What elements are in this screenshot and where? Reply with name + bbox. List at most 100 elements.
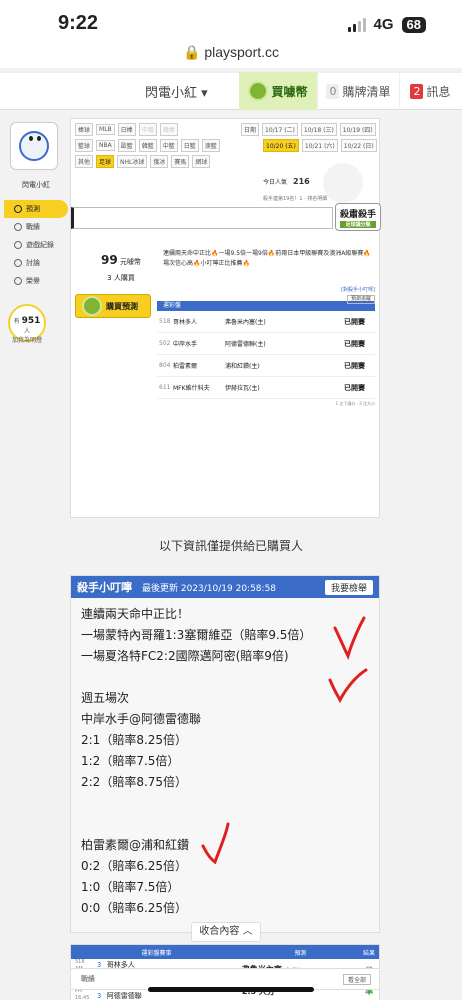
msg-label: 訊息 xyxy=(426,84,451,99)
honor-icon xyxy=(14,277,22,285)
table-row: 518 哥林多人 弗魯米內塞(主) 已開賽 xyxy=(157,311,375,333)
note-line: 0:0（賠率6.25倍） xyxy=(81,901,188,915)
buy-prediction-button[interactable]: 購買預測 xyxy=(75,294,151,318)
collapse-button[interactable]: 收合內容 ︿ xyxy=(191,922,261,942)
killer-banner xyxy=(71,207,333,229)
filter-npb[interactable]: 日棒 xyxy=(117,123,136,136)
expand-button[interactable]: 預測追蹤 xyxy=(346,295,375,304)
table-row: 804 柏雷素爾 浦和紅鑽(主) 已開賽 xyxy=(157,355,375,377)
date-1017[interactable]: 10/17 (二) xyxy=(262,123,298,136)
filter-kbo[interactable]: 韓棒 xyxy=(159,123,178,136)
cart-count: 0 xyxy=(326,83,340,99)
predict-icon xyxy=(14,205,22,213)
filter-tennis[interactable]: 網球 xyxy=(192,155,211,168)
buyers-count: 3 人購買 xyxy=(107,274,135,282)
filter-aubasket[interactable]: 澳籃 xyxy=(201,139,220,152)
date-1021[interactable]: 10/21 (六) xyxy=(301,139,338,152)
top-link[interactable]: [對殺手小叮嚀] xyxy=(341,287,375,294)
note-line xyxy=(81,667,369,688)
prediction-description: 連續兩天命中正比🔥一場9.5倍一場9倍🔥前兩日本甲級聯賽及澳洲A級聯賽🔥場次信心… xyxy=(163,250,371,267)
filter-baseball[interactable]: 棒球 xyxy=(75,123,94,136)
cart-label: 購牌清單 xyxy=(342,84,391,99)
url-text: playsport.cc xyxy=(204,44,280,60)
chevron-down-icon: ▾ xyxy=(201,85,208,101)
killer-badge: 殺肅殺手 足球讓分盤 xyxy=(335,203,381,231)
date-label: 日期 xyxy=(241,123,260,136)
record-icon xyxy=(14,223,22,231)
battery-icon: 68 xyxy=(401,16,426,33)
address-bar[interactable]: 🔒 playsport.cc xyxy=(0,44,462,68)
filter-basketball[interactable]: 籃球 xyxy=(75,139,94,152)
note-line: 週五場次 xyxy=(81,691,130,705)
table-row: 611 MFK維什科夫 伊赫拉瓦(主) 已開賽 xyxy=(157,377,375,399)
killer-note-body: 連續兩天命中正比！ 一場蒙特內哥羅1:3塞爾維亞（賠率9.5倍） 一場夏洛特FC2:… xyxy=(71,598,379,925)
buy-coins-button[interactable]: 買噱幣 xyxy=(239,72,317,110)
sidebar-item-honor[interactable]: 榮譽 xyxy=(4,272,68,290)
killer-note-title: 殺手小叮嚀 xyxy=(77,581,132,594)
killer-note-card: 殺手小叮嚀 最後更新 2023/10/19 20:58:58 我要檢舉 連續兩天… xyxy=(70,575,380,942)
avatar[interactable] xyxy=(10,122,58,170)
fans-bulb[interactable]: 有 951 人加我為明燈 xyxy=(8,304,46,344)
date-1019[interactable]: 10/19 (四) xyxy=(339,123,376,136)
score-2: 3 xyxy=(96,991,102,1000)
note-line xyxy=(81,793,369,814)
status-bar: 9:22 4G 68 xyxy=(0,0,462,44)
sidebar-item-record[interactable]: 戰績 xyxy=(4,218,68,236)
discuss-icon xyxy=(14,259,22,267)
filter-other[interactable]: 其他 xyxy=(75,155,94,168)
table-row: 502 中岸水手 阿德雷德聯(主) 已開賽 xyxy=(157,333,375,355)
filter-nba[interactable]: NBA xyxy=(96,140,115,151)
killer-note-header: 殺手小叮嚀 最後更新 2023/10/19 20:58:58 我要檢舉 xyxy=(71,576,379,598)
coin-icon xyxy=(82,296,102,316)
coin-icon xyxy=(248,81,269,101)
filter-jbasket[interactable]: 日籃 xyxy=(180,139,199,152)
sidebar-username: 閃電小紅 xyxy=(22,181,50,189)
updated-time: 最後更新 2023/10/19 20:58:58 xyxy=(142,583,277,594)
note-line: 連續兩天命中正比！ xyxy=(81,607,190,621)
note-line xyxy=(81,814,369,835)
filter-khl[interactable]: 俄冰 xyxy=(150,155,169,168)
note-line: 柏雷素爾@浦和紅鑽 xyxy=(81,838,190,852)
bar-label: 戰績 xyxy=(81,975,95,983)
filter-cpbl[interactable]: 中職 xyxy=(138,123,157,136)
messages-button[interactable]: 2 訊息 xyxy=(399,72,461,110)
msg-count: 2 xyxy=(410,83,424,99)
mini-prediction-table: [對殺手小叮嚀] 預測追蹤 運彩盤 518 哥林多人 弗魯米內塞(主) 已開賽 502 中… xyxy=(157,287,375,407)
network-label: 4G xyxy=(373,16,394,33)
date-1022[interactable]: 10/22 (日) xyxy=(340,139,377,152)
mascot-icon xyxy=(323,163,363,203)
note-line: 2:1（賠率8.25倍） xyxy=(81,733,188,747)
filter-cbasket[interactable]: 中籃 xyxy=(159,139,178,152)
user-menu[interactable]: 閃電小紅 ▾ xyxy=(135,82,239,101)
date-selector: 日期 10/17 (二) 10/18 (三) 10/19 (四) 10/20 (… xyxy=(241,123,379,155)
date-1020[interactable]: 10/20 (五) xyxy=(263,139,299,152)
team-2: 阿德雷德聯 xyxy=(106,991,142,1000)
filter-soccer[interactable]: 足球 xyxy=(96,155,115,168)
signal-icon xyxy=(347,17,366,32)
filter-horse[interactable]: 賽馬 xyxy=(171,155,190,168)
top-nav: 閃電小紅 ▾ 買噱幣 0 購牌清單 2 訊息 xyxy=(0,72,462,110)
filter-eubasket[interactable]: 歐籃 xyxy=(117,139,136,152)
mini-table-footer: 1 注下讓分 · 3 注大小 xyxy=(335,401,375,406)
note-line: 1:2（賠率7.5倍） xyxy=(81,754,180,768)
note-line: 1:0（賠率7.5倍） xyxy=(81,880,180,894)
filter-nhl[interactable]: NHL冰球 xyxy=(117,155,148,168)
user-name: 閃電小紅 xyxy=(145,85,198,101)
report-button[interactable]: 我要檢舉 xyxy=(324,580,373,595)
sidebar-item-game-log[interactable]: 遊戲紀錄 xyxy=(4,236,68,254)
cart-button[interactable]: 0 購牌清單 xyxy=(317,72,399,110)
filter-kbasket[interactable]: 韓籃 xyxy=(138,139,157,152)
note-line: 0:2（賠率6.25倍） xyxy=(81,859,188,873)
buy-label: 買噱幣 xyxy=(271,84,308,99)
prediction-card: 棒球 MLB 日棒 中職 韓棒 籃球 NBA 歐籃 韓籃 中籃 日籃 澳籃 其他… xyxy=(70,118,381,518)
sidebar-item-predict[interactable]: 預測 xyxy=(4,200,68,218)
view-all-button[interactable]: 看全部 xyxy=(342,973,371,985)
home-indicator[interactable] xyxy=(148,987,314,992)
note-line: 2:2（賠率8.75倍） xyxy=(81,775,188,789)
sidebar-item-discuss[interactable]: 討論 xyxy=(4,254,68,272)
rank-text[interactable]: 殺手連第19名！1 · 排名明細 xyxy=(263,195,327,202)
sport-filters: 棒球 MLB 日棒 中職 韓棒 籃球 NBA 歐籃 韓籃 中籃 日籃 澳籃 其他… xyxy=(75,123,235,171)
filter-mlb[interactable]: MLB xyxy=(96,124,115,135)
note-line: 中岸水手@阿德雷德聯 xyxy=(81,712,202,726)
date-1018[interactable]: 10/18 (三) xyxy=(300,123,337,136)
